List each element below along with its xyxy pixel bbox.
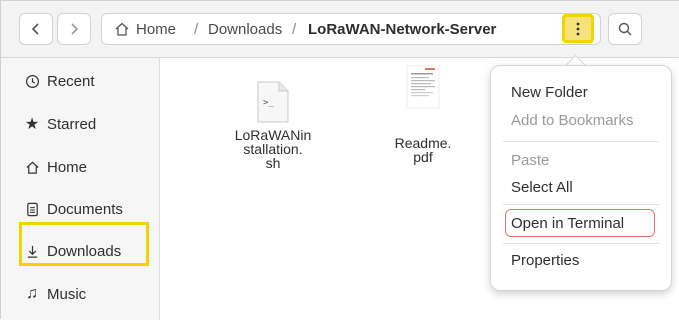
menu-separator (503, 243, 659, 244)
breadcrumb-downloads[interactable]: Downloads (208, 21, 282, 38)
sidebar-item-label: Music (47, 285, 87, 303)
search-button[interactable] (608, 13, 642, 45)
music-icon: ♫ (26, 285, 38, 302)
menu-item-add-bookmarks[interactable]: Add to Bookmarks (511, 112, 634, 129)
breadcrumb-current-folder[interactable]: LoRaWAN-Network-Server (308, 21, 496, 38)
menu-separator (503, 141, 659, 142)
file-item-lorawan-installation[interactable]: >_ LoRaWANin stallation. sh (218, 80, 328, 170)
downloads-highlight-box (19, 222, 149, 266)
clock-icon (23, 72, 41, 90)
sidebar: Recent ★ Starred Home Documents Download… (1, 58, 160, 320)
menu-item-paste[interactable]: Paste (511, 152, 549, 169)
home-icon (23, 158, 41, 176)
menu-item-new-folder[interactable]: New Folder (511, 84, 588, 101)
kebab-menu-icon (576, 22, 580, 35)
file-item-readme-pdf[interactable]: Readme. pdf (368, 64, 478, 164)
menu-item-open-in-terminal[interactable]: Open in Terminal (511, 215, 624, 232)
document-icon (23, 200, 41, 218)
sidebar-item-label: Recent (47, 72, 95, 90)
sidebar-item-recent[interactable]: Recent (1, 61, 159, 101)
sidebar-item-music[interactable]: ♫ Music (1, 274, 159, 314)
back-button[interactable] (19, 13, 53, 45)
folder-context-menu: New Folder Add to Bookmarks Paste Select… (490, 65, 672, 291)
search-icon (618, 22, 632, 36)
star-icon: ★ (24, 116, 40, 133)
home-icon (115, 22, 129, 36)
forward-button[interactable] (57, 13, 91, 45)
breadcrumb-separator: / (194, 21, 199, 38)
chevron-right-icon (71, 23, 79, 35)
menu-separator (503, 204, 659, 205)
file-name: Readme. pdf (394, 135, 452, 165)
breadcrumb-separator: / (292, 21, 297, 38)
file-manager-window: Home / Downloads / LoRaWAN-Network-Serve… (0, 0, 679, 320)
file-name: LoRaWANin stallation. sh (234, 127, 312, 171)
shell-script-icon: >_ (255, 80, 291, 124)
folder-menu-button[interactable] (562, 14, 594, 43)
header-bar: Home / Downloads / LoRaWAN-Network-Serve… (1, 1, 679, 58)
sidebar-item-starred[interactable]: ★ Starred (1, 104, 159, 144)
shell-prompt-glyph: >_ (263, 98, 274, 108)
sidebar-item-home[interactable]: Home (1, 147, 159, 187)
menu-item-properties[interactable]: Properties (511, 252, 579, 269)
pdf-thumbnail-icon (401, 64, 445, 112)
sidebar-item-label: Starred (47, 115, 97, 133)
sidebar-item-label: Home (47, 158, 88, 176)
breadcrumb: Home / Downloads / LoRaWAN-Network-Serve… (101, 13, 601, 45)
breadcrumb-home[interactable]: Home (136, 21, 176, 38)
menu-item-select-all[interactable]: Select All (511, 179, 573, 196)
sidebar-item-label: Documents (47, 200, 123, 218)
chevron-left-icon (31, 23, 39, 35)
